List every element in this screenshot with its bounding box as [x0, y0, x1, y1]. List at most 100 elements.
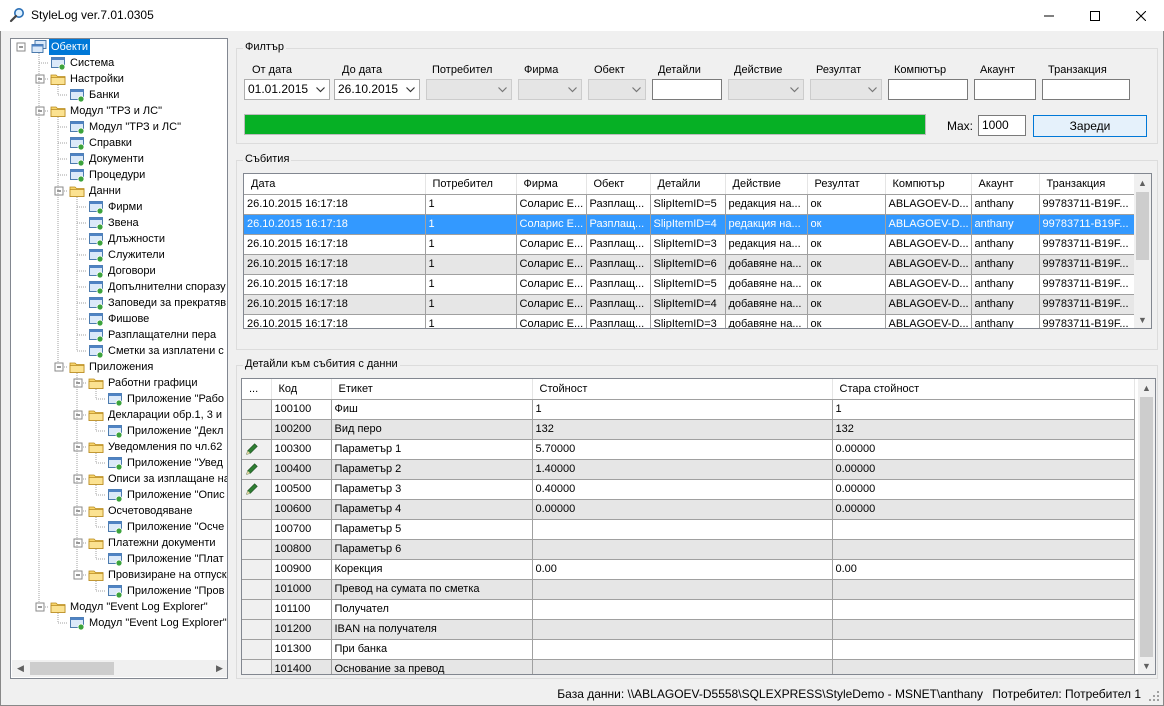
- detail-row[interactable]: 100300 Параметър 1 5.70000 0.00000: [242, 439, 1135, 460]
- event-cell: 99783711-B19F...: [1039, 294, 1137, 315]
- detail-row[interactable]: 100800 Параметър 6: [242, 539, 1135, 560]
- details-grid[interactable]: ... Код Етикет Стойност Стара стойност 10010…: [241, 378, 1156, 675]
- event-row[interactable]: 26.10.2015 16:17:18 1 Соларис Е... Разплащ.…: [244, 294, 1137, 315]
- detail-cell-value: [532, 599, 833, 620]
- folder-icon: [88, 407, 104, 423]
- event-cell: anthany: [971, 274, 1040, 295]
- events-column-header[interactable]: Акаунт: [971, 174, 1040, 195]
- detail-cell-value: 1.40000: [532, 459, 833, 480]
- minimize-button[interactable]: [1026, 0, 1072, 31]
- details-filter-input[interactable]: [652, 79, 722, 100]
- detail-row[interactable]: 100200 Вид перо 132 132: [242, 419, 1135, 440]
- company-filter-combo[interactable]: [518, 79, 582, 100]
- tree-horizontal-scrollbar[interactable]: ◀ ▶: [12, 660, 227, 677]
- row-header-cell[interactable]: [242, 579, 272, 600]
- detail-row[interactable]: 100500 Параметър 3 0.40000 0.00000: [242, 479, 1135, 500]
- action-filter-combo[interactable]: [728, 79, 804, 100]
- detail-cell-code: 100600: [271, 499, 332, 520]
- events-vertical-scrollbar[interactable]: ▲ ▼: [1134, 174, 1151, 328]
- detail-row[interactable]: 100600 Параметър 4 0.00000 0.00000: [242, 499, 1135, 520]
- detail-row[interactable]: 101200 IBAN на получателя: [242, 619, 1135, 640]
- row-header-cell[interactable]: [242, 459, 272, 480]
- events-column-header[interactable]: Резултат: [807, 174, 886, 195]
- detail-cell-value: [532, 579, 833, 600]
- events-column-header[interactable]: Действие: [725, 174, 808, 195]
- events-column-header[interactable]: Фирма: [516, 174, 587, 195]
- scroll-thumb[interactable]: [30, 662, 114, 675]
- row-header-cell[interactable]: [242, 559, 272, 580]
- row-header-cell[interactable]: [242, 619, 272, 640]
- details-column-header[interactable]: Стара стойност: [832, 379, 1135, 400]
- computer-filter-input[interactable]: [888, 79, 968, 100]
- detail-row[interactable]: 101400 Основание за превод: [242, 659, 1135, 674]
- events-column-header[interactable]: Компютър: [885, 174, 972, 195]
- detail-cell-old: 0.00000: [832, 499, 1135, 520]
- scroll-up-icon[interactable]: ▲: [1138, 379, 1155, 396]
- row-header-cell[interactable]: [242, 639, 272, 660]
- close-icon: [1136, 10, 1146, 21]
- event-row[interactable]: 26.10.2015 16:17:18 1 Соларис Е... Разплащ.…: [244, 214, 1137, 235]
- row-header-cell[interactable]: [242, 439, 272, 460]
- detail-row[interactable]: 100900 Корекция 0.00 0.00: [242, 559, 1135, 580]
- user-filter-combo[interactable]: [426, 79, 512, 100]
- details-vertical-scrollbar[interactable]: ▲ ▼: [1138, 379, 1155, 674]
- events-grid[interactable]: Дата Потребител Фирма Обект Детайли Действие Р…: [243, 173, 1152, 329]
- chevron-down-icon: [790, 87, 799, 93]
- to-date-picker[interactable]: 26.10.2015: [334, 79, 420, 100]
- row-header-cell[interactable]: [242, 519, 272, 540]
- row-header-cell[interactable]: [242, 499, 272, 520]
- scroll-up-icon[interactable]: ▲: [1134, 174, 1151, 191]
- events-column-header[interactable]: Детайли: [650, 174, 726, 195]
- scroll-down-icon[interactable]: ▼: [1138, 657, 1155, 674]
- object-tree[interactable]: ◀ ▶ Обекти Система Настройки Банки Модул "ТР…: [10, 38, 228, 679]
- detail-row[interactable]: 101000 Превод на сумата по сметка: [242, 579, 1135, 600]
- detail-row[interactable]: 101300 При банка: [242, 639, 1135, 660]
- resize-grip-icon[interactable]: [1148, 690, 1160, 702]
- scroll-thumb[interactable]: [1136, 192, 1149, 260]
- event-row[interactable]: 26.10.2015 16:17:18 1 Соларис Е... Разплащ.…: [244, 234, 1137, 255]
- details-column-header[interactable]: Етикет: [331, 379, 533, 400]
- result-filter-combo[interactable]: [810, 79, 882, 100]
- detail-row[interactable]: 100400 Параметър 2 1.40000 0.00000: [242, 459, 1135, 480]
- close-button[interactable]: [1118, 0, 1164, 31]
- details-column-header[interactable]: Код: [271, 379, 332, 400]
- account-filter-input[interactable]: [974, 79, 1036, 100]
- row-header-cell[interactable]: [242, 599, 272, 620]
- event-row[interactable]: 26.10.2015 16:17:18 1 Соларис Е... Разплащ.…: [244, 194, 1137, 215]
- row-header-cell[interactable]: [242, 419, 272, 440]
- events-column-header[interactable]: Дата: [244, 174, 426, 195]
- details-column-header[interactable]: ...: [242, 379, 272, 400]
- load-button[interactable]: Зареди: [1033, 115, 1147, 137]
- scroll-thumb[interactable]: [1140, 397, 1153, 657]
- form-icon: [69, 87, 85, 103]
- detail-cell-value: [532, 619, 833, 640]
- events-column-header[interactable]: Потребител: [425, 174, 517, 195]
- detail-row[interactable]: 100700 Параметър 5: [242, 519, 1135, 540]
- events-column-header[interactable]: Транзакция: [1039, 174, 1137, 195]
- transaction-filter-input[interactable]: [1042, 79, 1130, 100]
- folder-icon: [50, 71, 66, 87]
- events-column-header[interactable]: Обект: [586, 174, 651, 195]
- row-header-cell[interactable]: [242, 399, 272, 420]
- max-records-input[interactable]: 1000: [978, 115, 1026, 136]
- details-column-header[interactable]: Стойност: [532, 379, 833, 400]
- from-date-picker[interactable]: 01.01.2015: [244, 79, 330, 100]
- event-row[interactable]: 26.10.2015 16:17:18 1 Соларис Е... Разплащ.…: [244, 314, 1137, 328]
- event-cell: SlipItemID=4: [650, 214, 726, 235]
- scroll-down-icon[interactable]: ▼: [1134, 311, 1151, 328]
- event-row[interactable]: 26.10.2015 16:17:18 1 Соларис Е... Разплащ.…: [244, 254, 1137, 275]
- event-cell: Разплащ...: [586, 314, 651, 328]
- maximize-button[interactable]: [1072, 0, 1118, 31]
- detail-row[interactable]: 100100 Фиш 1 1: [242, 399, 1135, 420]
- tree-node-label: Платежни документи: [108, 537, 216, 549]
- row-header-cell[interactable]: [242, 479, 272, 500]
- detail-row[interactable]: 101100 Получател: [242, 599, 1135, 620]
- event-cell: 26.10.2015 16:17:18: [244, 254, 426, 275]
- object-filter-combo[interactable]: [588, 79, 646, 100]
- row-header-cell[interactable]: [242, 539, 272, 560]
- event-row[interactable]: 26.10.2015 16:17:18 1 Соларис Е... Разплащ.…: [244, 274, 1137, 295]
- form-icon: [107, 455, 123, 471]
- row-header-cell[interactable]: [242, 659, 272, 674]
- scroll-right-icon[interactable]: ▶: [211, 660, 227, 677]
- scroll-left-icon[interactable]: ◀: [12, 660, 29, 677]
